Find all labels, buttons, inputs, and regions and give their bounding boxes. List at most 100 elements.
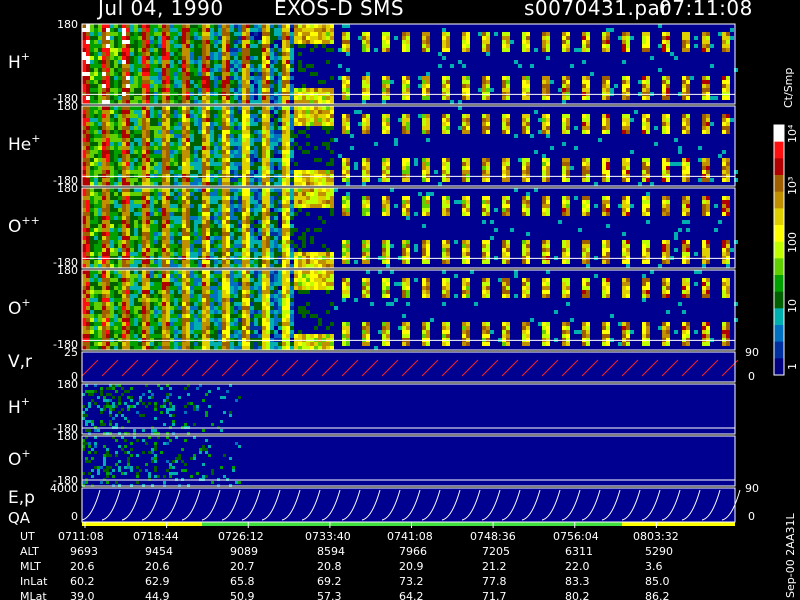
orbit-cell: 0711:08: [58, 530, 104, 543]
ion-label-vr: V,r: [8, 352, 33, 372]
orbit-cell: 60.2: [70, 575, 95, 588]
right-tick-bottom-vr: 0: [748, 370, 755, 383]
orbit-cell: 0718:44: [133, 530, 179, 543]
y-tick-top-he-plus: 180: [57, 100, 78, 113]
y-tick-top-vr: 25: [64, 346, 78, 359]
orbit-cell: 0756:04: [553, 530, 599, 543]
y-tick-top-o-plus-2: 180: [57, 430, 78, 443]
y-tick-top-h-plus-2: 180: [57, 378, 78, 391]
right-tick-bottom-ep: 0: [748, 510, 755, 523]
colorbar-tick-label: 1: [786, 363, 799, 370]
colorbar-swatch: [774, 341, 784, 359]
panel-bg-o-plus-2: [82, 436, 735, 486]
orbit-cell: 0741:08: [387, 530, 433, 543]
colorbar-swatch: [774, 191, 784, 209]
y-tick-top-h-plus: 180: [57, 18, 78, 31]
right-tick-top-ep: 90: [745, 482, 759, 495]
orbit-row-label: InLat: [20, 575, 48, 588]
colorbar-swatch: [774, 291, 784, 309]
colorbar-unit: Ct/Smp: [782, 67, 795, 108]
orbit-cell: 3.6: [645, 560, 663, 573]
orbit-cell: 80.2: [565, 590, 590, 600]
colorbar-tick-label: 100: [786, 232, 799, 253]
qa-segment-3: [622, 522, 735, 526]
orbit-cell: 86.2: [645, 590, 670, 600]
orbit-cell: 0726:12: [218, 530, 264, 543]
colorbar-tick-label: 10³: [786, 176, 799, 195]
y-tick-top-ep: 4000: [50, 482, 78, 495]
orbit-row-label: MLT: [20, 560, 41, 573]
orbit-cell: 73.2: [399, 575, 424, 588]
spectrogram-plot: [81, 23, 785, 528]
side-label: Sep-00 2AA31L: [784, 513, 797, 598]
orbit-cell: 20.7: [230, 560, 255, 573]
qa-segment-1: [82, 522, 202, 526]
colorbar-swatch: [774, 275, 784, 293]
colorbar-swatch: [774, 158, 784, 176]
orbit-cell: 6311: [565, 545, 593, 558]
orbit-row-label: UT: [20, 530, 35, 543]
orbit-cell: 69.2: [317, 575, 342, 588]
colorbar-tick-label: 10⁴: [786, 124, 799, 143]
orbit-row-label: MLat: [20, 590, 47, 600]
orbit-cell: 9693: [70, 545, 98, 558]
orbit-cell: 57.3: [317, 590, 342, 600]
colorbar-swatch: [774, 125, 784, 143]
orbit-cell: 9089: [230, 545, 258, 558]
orbit-cell: 9454: [145, 545, 173, 558]
orbit-cell: 50.9: [230, 590, 255, 600]
ion-label-o-plus-2: O+: [8, 447, 31, 470]
spectrogram-figure: Jul 04, 1990 EXOS-D SMS s0070431.par 07:…: [0, 0, 800, 600]
orbit-row-ut: UT 0711:08 0718:44 0726:12 0733:40 0741:08 074…: [0, 530, 780, 543]
orbit-cell: 20.6: [145, 560, 170, 573]
ion-label-ep: E,p: [8, 488, 35, 508]
orbit-row-inlat: InLat 60.2 62.9 65.8 69.2 73.2 77.8 83.3 85.0: [0, 575, 780, 588]
colorbar-swatch: [774, 358, 784, 376]
panel-bg-h-plus-2: [82, 384, 735, 434]
orbit-cell: 20.6: [70, 560, 95, 573]
colorbar-swatch: [774, 208, 784, 226]
orbit-cell: 0803:32: [633, 530, 679, 543]
qa-label: QA: [8, 509, 31, 527]
orbit-row-alt: ALT 9693 9454 9089 8594 7966 7205 6311 5290: [0, 545, 780, 558]
orbit-row-mlat: MLat 39.0 44.9 50.9 57.3 64.2 71.7 80.2 86.2: [0, 590, 780, 600]
orbit-cell: 64.2: [399, 590, 424, 600]
colorbar-swatch: [774, 141, 784, 159]
orbit-cell: 22.0: [565, 560, 590, 573]
orbit-cell: 20.9: [399, 560, 424, 573]
y-tick-bottom-ep: 0: [71, 510, 78, 523]
y-tick-top-o-plus-plus: 180: [57, 182, 78, 195]
orbit-cell: 62.9: [145, 575, 170, 588]
orbit-cell: 83.3: [565, 575, 590, 588]
orbit-cell: 77.8: [482, 575, 507, 588]
ion-label-o-plus-plus: O++: [8, 214, 40, 237]
panel-bg-ep: [82, 488, 735, 522]
orbit-cell: 0733:40: [305, 530, 351, 543]
colorbar-swatch: [774, 325, 784, 343]
orbit-cell: 71.7: [482, 590, 507, 600]
ion-label-he-plus: He+: [8, 132, 41, 155]
colorbar-swatch: [774, 308, 784, 326]
right-tick-top-vr: 90: [745, 346, 759, 359]
orbit-cell: 20.8: [317, 560, 342, 573]
orbit-cell: 0748:36: [470, 530, 516, 543]
orbit-cell: 65.8: [230, 575, 255, 588]
orbit-cell: 39.0: [70, 590, 95, 600]
colorbar-tick-label: 10: [786, 299, 799, 313]
colorbar-swatch: [774, 241, 784, 259]
colorbar-swatch: [774, 175, 784, 193]
orbit-cell: 85.0: [645, 575, 670, 588]
ion-label-h-plus: H+: [8, 50, 31, 73]
orbit-row-mlt: MLT 20.6 20.6 20.7 20.8 20.9 21.2 22.0 3.6: [0, 560, 780, 573]
y-tick-top-o-plus: 180: [57, 264, 78, 277]
panel-bg-vr: [82, 352, 735, 382]
orbit-cell: 8594: [317, 545, 345, 558]
orbit-cell: 21.2: [482, 560, 507, 573]
colorbar-swatch: [774, 258, 784, 276]
orbit-cell: 7205: [482, 545, 510, 558]
ion-label-h-plus-2: H+: [8, 395, 31, 418]
orbit-row-label: ALT: [20, 545, 39, 558]
colorbar-swatch: [774, 225, 784, 243]
orbit-cell: 5290: [645, 545, 673, 558]
orbit-cell: 44.9: [145, 590, 170, 600]
